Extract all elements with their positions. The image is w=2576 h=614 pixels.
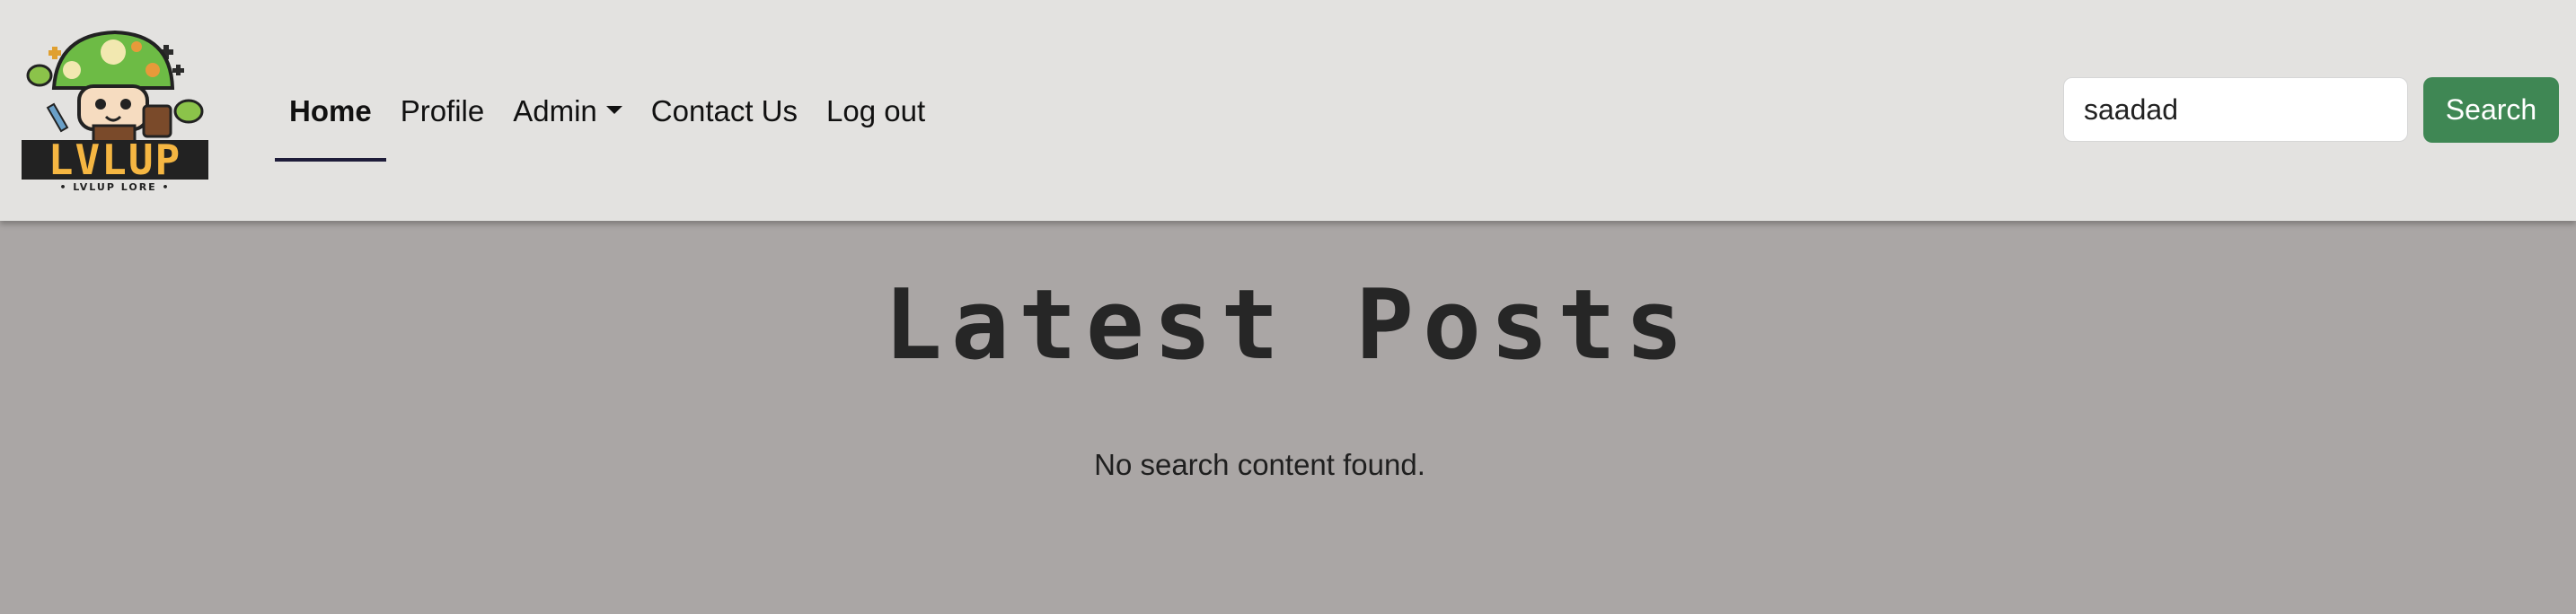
search-input[interactable] — [2063, 77, 2408, 142]
brand-logo[interactable]: LVLUP • LVLUP LORE • — [18, 25, 212, 194]
logo-wordmark: LVLUP • LVLUP LORE • — [22, 136, 208, 193]
svg-text:• LVLUP LORE •: • LVLUP LORE • — [59, 181, 170, 193]
nav-profile[interactable]: Profile — [386, 96, 499, 126]
mushroom-mascot-logo: LVLUP • LVLUP LORE • — [22, 30, 208, 193]
nav-admin-label: Admin — [513, 93, 597, 127]
nav-admin-dropdown[interactable]: Admin — [498, 96, 637, 126]
navbar: LVLUP • LVLUP LORE • Home Profile Admin … — [0, 0, 2576, 221]
svg-text:LVLUP: LVLUP — [49, 136, 181, 184]
nav-contact-us[interactable]: Contact Us — [637, 96, 812, 126]
page-title: Latest Posts — [883, 269, 1693, 382]
main-nav: Home Profile Admin Contact Us Log out — [275, 0, 940, 221]
search-button[interactable]: Search — [2423, 77, 2559, 143]
nav-home[interactable]: Home — [275, 96, 386, 162]
caret-down-icon — [605, 106, 622, 115]
empty-search-message: No search content found. — [1094, 448, 1425, 481]
nav-log-out[interactable]: Log out — [812, 96, 940, 126]
